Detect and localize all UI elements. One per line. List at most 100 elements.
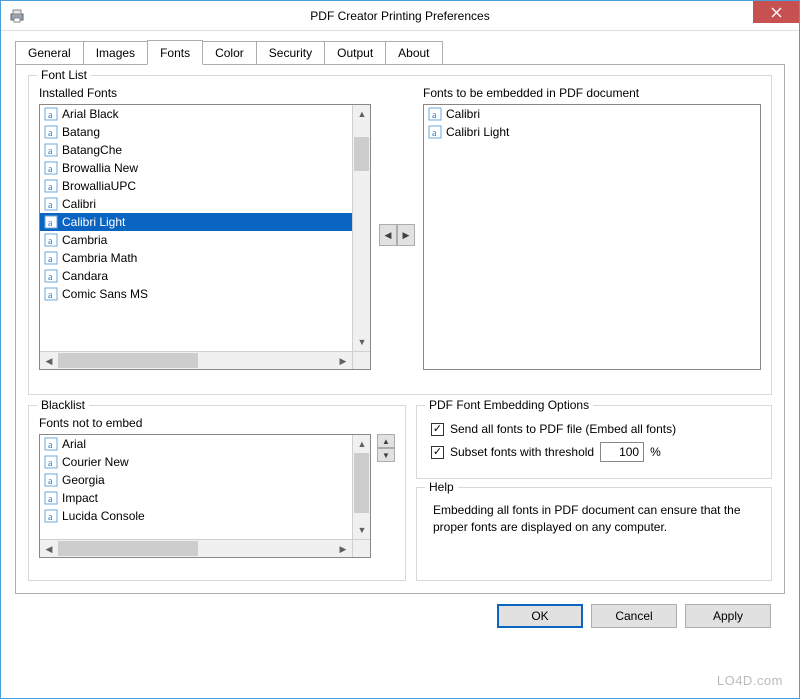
threshold-input[interactable]: 100	[600, 442, 644, 462]
horizontal-scrollbar[interactable]: ◀ ▶	[40, 351, 352, 369]
font-icon: a	[44, 455, 58, 469]
list-item[interactable]: a Cambria	[40, 231, 352, 249]
vertical-scrollbar[interactable]: ▲ ▼	[352, 435, 370, 539]
scroll-right-icon[interactable]: ▶	[334, 540, 352, 558]
scroll-thumb[interactable]	[58, 353, 198, 368]
scroll-up-icon[interactable]: ▲	[353, 105, 371, 123]
installed-label: Installed Fonts	[39, 86, 371, 100]
font-name: Lucida Console	[62, 509, 145, 523]
scroll-thumb[interactable]	[354, 453, 369, 513]
font-icon: a	[44, 437, 58, 451]
list-item[interactable]: aBatang	[40, 123, 352, 141]
move-down-button[interactable]: ▼	[377, 448, 395, 462]
tab-general[interactable]: General	[15, 41, 84, 65]
blacklist-listbox[interactable]: aArialaCourier NewaGeorgiaaImpactaLucida…	[39, 434, 371, 558]
font-name: Georgia	[62, 473, 105, 487]
font-name: Calibri	[446, 107, 480, 121]
fieldset-help: Help Embedding all fonts in PDF document…	[416, 487, 772, 581]
send-all-checkbox[interactable]: ✓	[431, 423, 444, 436]
fieldset-blacklist: Blacklist Fonts not to embed aArialaCour…	[28, 405, 406, 581]
subset-label: Subset fonts with threshold	[450, 445, 594, 459]
list-item[interactable]: a Lucida Console	[40, 507, 352, 525]
svg-text:a: a	[48, 164, 53, 175]
list-item[interactable]: aGeorgia	[40, 471, 352, 489]
font-name: Impact	[62, 491, 98, 505]
move-left-button[interactable]: ◀	[379, 224, 397, 246]
list-item[interactable]: a Comic Sans MS	[40, 285, 352, 303]
font-icon: a	[44, 197, 58, 211]
svg-text:a: a	[432, 128, 437, 139]
legend-help: Help	[425, 480, 458, 494]
legend-font-list: Font List	[37, 68, 91, 82]
list-item[interactable]: aCalibri	[40, 195, 352, 213]
font-icon: a	[428, 107, 442, 121]
list-item[interactable]: aArial	[40, 435, 352, 453]
subset-checkbox[interactable]: ✓	[431, 446, 444, 459]
list-item[interactable]: aCandara	[40, 267, 352, 285]
vertical-scrollbar[interactable]: ▲ ▼	[352, 105, 370, 351]
font-name: Courier New	[62, 455, 129, 469]
scroll-right-icon[interactable]: ▶	[334, 352, 352, 370]
tab-about[interactable]: About	[385, 41, 442, 65]
scroll-thumb[interactable]	[58, 541, 198, 556]
move-up-button[interactable]: ▲	[377, 434, 395, 448]
scroll-down-icon[interactable]: ▼	[353, 521, 371, 539]
font-icon: a	[44, 491, 58, 505]
tab-color[interactable]: Color	[202, 41, 257, 65]
font-icon: a	[44, 287, 58, 301]
font-name: Cambria	[62, 233, 107, 247]
font-icon: a	[44, 233, 58, 247]
transfer-column: ◀ ▶	[379, 86, 415, 384]
subset-checkbox-row: ✓ Subset fonts with threshold 100 %	[431, 442, 757, 462]
tab-security[interactable]: Security	[256, 41, 325, 65]
blacklist-label: Fonts not to embed	[39, 416, 395, 430]
horizontal-scrollbar[interactable]: ◀ ▶	[40, 539, 352, 557]
send-all-label: Send all fonts to PDF file (Embed all fo…	[450, 422, 676, 436]
move-right-button[interactable]: ▶	[397, 224, 415, 246]
svg-text:a: a	[48, 512, 53, 523]
svg-text:a: a	[48, 440, 53, 451]
tab-fonts[interactable]: Fonts	[147, 40, 203, 65]
window: PDF Creator Printing Preferences General…	[0, 0, 800, 699]
close-button[interactable]	[753, 1, 799, 23]
font-icon: a	[44, 161, 58, 175]
list-item[interactable]: aArial Black	[40, 105, 352, 123]
list-item[interactable]: a Calibri	[424, 105, 760, 123]
svg-text:a: a	[432, 110, 437, 121]
scroll-down-icon[interactable]: ▼	[353, 333, 371, 351]
list-item[interactable]: aBrowallia New	[40, 159, 352, 177]
list-item[interactable]: aBatangChe	[40, 141, 352, 159]
font-name: Batang	[62, 125, 100, 139]
ok-button[interactable]: OK	[497, 604, 583, 628]
scroll-thumb[interactable]	[354, 137, 369, 171]
tab-images[interactable]: Images	[83, 41, 148, 65]
embedded-listbox[interactable]: a Calibri aCalibri Light	[423, 104, 761, 370]
svg-text:a: a	[48, 458, 53, 469]
fieldset-embed-options: PDF Font Embedding Options ✓ Send all fo…	[416, 405, 772, 479]
tab-panel-fonts: Font List Installed Fonts aArial BlackaB…	[15, 64, 785, 594]
installed-listbox[interactable]: aArial BlackaBatangaBatangCheaBrowallia …	[39, 104, 371, 370]
list-item[interactable]: aCambria Math	[40, 249, 352, 267]
list-item[interactable]: aCalibri Light	[424, 123, 760, 141]
list-item[interactable]: aBrowalliaUPC	[40, 177, 352, 195]
list-item[interactable]: a Courier New	[40, 453, 352, 471]
list-item[interactable]: a Impact	[40, 489, 352, 507]
installed-column: Installed Fonts aArial BlackaBatangaBata…	[39, 86, 371, 384]
svg-text:a: a	[48, 290, 53, 301]
fieldset-font-list: Font List Installed Fonts aArial BlackaB…	[28, 75, 772, 395]
cancel-button[interactable]: Cancel	[591, 604, 677, 628]
tab-output[interactable]: Output	[324, 41, 386, 65]
svg-text:a: a	[48, 110, 53, 121]
font-icon: a	[44, 143, 58, 157]
svg-text:a: a	[48, 182, 53, 193]
apply-button[interactable]: Apply	[685, 604, 771, 628]
scroll-left-icon[interactable]: ◀	[40, 352, 58, 370]
legend-embed-options: PDF Font Embedding Options	[425, 398, 593, 412]
scroll-up-icon[interactable]: ▲	[353, 435, 371, 453]
scroll-left-icon[interactable]: ◀	[40, 540, 58, 558]
embedded-label: Fonts to be embedded in PDF document	[423, 86, 761, 100]
font-name: Cambria Math	[62, 251, 137, 265]
legend-blacklist: Blacklist	[37, 398, 89, 412]
list-item[interactable]: aCalibri Light	[40, 213, 352, 231]
font-name: Comic Sans MS	[62, 287, 148, 301]
